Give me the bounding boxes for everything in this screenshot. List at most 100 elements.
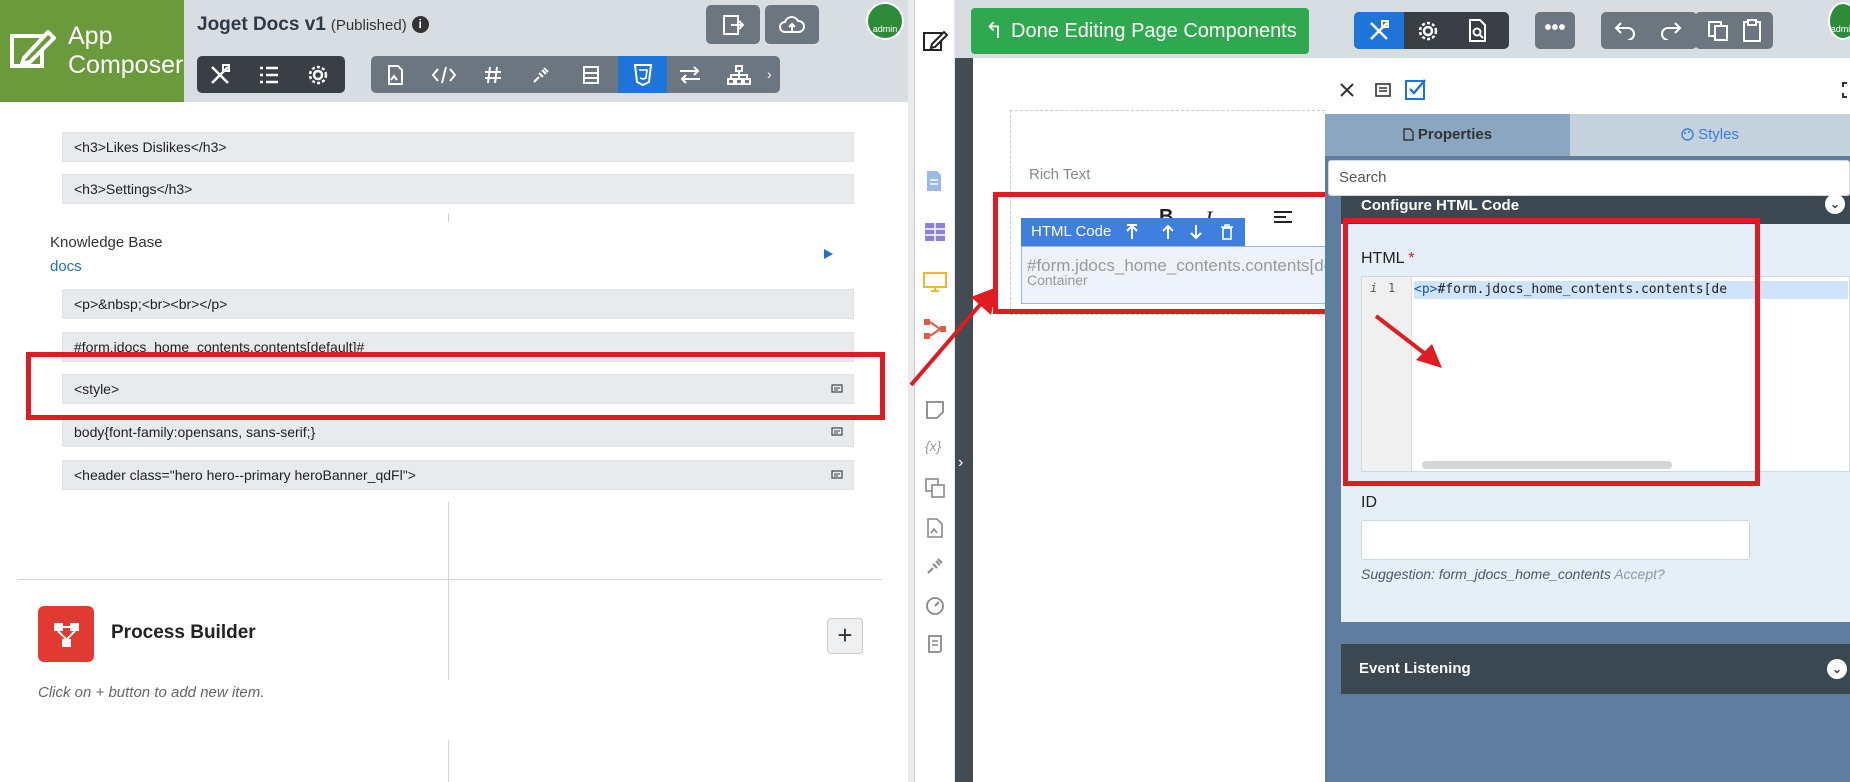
datalist-icon[interactable]	[924, 222, 946, 242]
play-icon[interactable]	[822, 248, 834, 260]
hashtag-icon[interactable]	[483, 65, 503, 85]
edit-icon[interactable]	[922, 28, 948, 54]
id-input[interactable]	[1361, 520, 1750, 560]
paste-icon[interactable]	[1741, 19, 1763, 43]
list-item-label: body{font-family:opensans, sans-serif;}	[74, 424, 316, 440]
note-icon[interactable]	[925, 400, 945, 420]
table-icon[interactable]	[582, 65, 600, 85]
redo-icon[interactable]	[1659, 20, 1683, 40]
divider	[448, 502, 449, 680]
undo-redo-group	[1601, 12, 1697, 49]
suggestion-text: Suggestion: form_jdocs_home_contents	[1361, 566, 1611, 582]
done-editing-button[interactable]: ↰ Done Editing Page Components	[971, 8, 1309, 54]
event-listening-section-header[interactable]: Event Listening ⌄	[1341, 644, 1850, 694]
builder-toolbar-group	[197, 56, 345, 93]
list-icon[interactable]	[258, 64, 280, 86]
variable-icon[interactable]: {x}	[925, 438, 941, 454]
builder-mode-group	[1354, 12, 1509, 49]
copy-icon[interactable]	[1707, 20, 1729, 42]
accept-link[interactable]: Accept?	[1614, 566, 1665, 582]
knowledge-base-link[interactable]: docs	[50, 258, 82, 275]
tab-properties-label: Properties	[1417, 126, 1493, 143]
window-icon[interactable]	[1375, 82, 1391, 98]
brand-title-line2: Composer	[68, 51, 184, 79]
chevron-right-icon[interactable]: ›	[767, 66, 772, 82]
properties-panel-header	[1325, 68, 1850, 114]
sitemap-icon[interactable]	[727, 65, 751, 85]
export-icon	[722, 14, 744, 36]
list-item[interactable]: <h3>Likes Dislikes</h3>	[62, 132, 854, 162]
add-process-button[interactable]: +	[827, 618, 863, 654]
page-icon[interactable]	[925, 170, 943, 192]
info-icon[interactable]: i	[411, 16, 429, 33]
pane-splitter[interactable]	[908, 0, 915, 782]
plugin-icon[interactable]	[925, 556, 945, 576]
page-builder-pane: ↰ Done Editing Page Components ••• admin…	[915, 0, 1850, 782]
comment-icon[interactable]	[831, 427, 843, 437]
user-avatar[interactable]: admin	[866, 2, 904, 40]
sidebar-collapse-strip[interactable]: ›	[955, 58, 973, 782]
brand-title: App Composer	[68, 22, 183, 80]
exchange-icon[interactable]	[678, 65, 702, 85]
design-tools-icon[interactable]	[209, 64, 231, 86]
process-builder-hint: Click on + button to add new item.	[38, 684, 265, 701]
preview-icon[interactable]	[1467, 19, 1489, 43]
edit-logo-icon	[6, 24, 58, 76]
annotation-arrow	[909, 287, 997, 387]
document-icon	[1403, 128, 1414, 141]
id-field-label: ID	[1361, 494, 1377, 511]
settings-icon[interactable]	[1417, 20, 1439, 42]
dashboard-icon[interactable]	[925, 596, 945, 616]
image-page-icon[interactable]	[385, 65, 405, 85]
app-name: Joget Docs v1	[197, 14, 326, 35]
event-title: Event Listening	[1359, 660, 1471, 677]
divider	[18, 579, 882, 580]
close-icon[interactable]	[1339, 82, 1355, 98]
tab-properties[interactable]: Properties	[1325, 114, 1570, 156]
chevron-right-icon[interactable]: ›	[958, 454, 963, 472]
deploy-cloud-button[interactable]	[765, 5, 819, 44]
undo-arrow-icon: ↰	[985, 18, 1004, 43]
plugin-icon[interactable]	[531, 65, 551, 85]
tab-styles[interactable]: Styles	[1570, 114, 1850, 156]
image-file-icon[interactable]	[926, 518, 944, 538]
highlight-box	[26, 352, 885, 420]
fullscreen-icon[interactable]	[1842, 82, 1850, 98]
settings-icon[interactable]	[307, 64, 329, 86]
knowledge-base-title: Knowledge Base	[50, 234, 163, 251]
list-item-label: <h3>Likes Dislikes</h3>	[74, 139, 227, 155]
code-icon[interactable]	[431, 65, 457, 85]
list-item-label: <h3>Settings</h3>	[74, 181, 193, 197]
panel-tabs: Properties Styles	[1325, 114, 1850, 156]
chevron-down-icon[interactable]: ⌄	[1825, 194, 1845, 214]
tab-styles-label: Styles	[1698, 126, 1739, 143]
undo-icon[interactable]	[1613, 20, 1637, 40]
more-button[interactable]: •••	[1535, 12, 1575, 49]
list-item[interactable]: body{font-family:opensans, sans-serif;}	[62, 417, 854, 447]
search-placeholder: Search	[1339, 169, 1387, 186]
list-item[interactable]: <h3>Settings</h3>	[62, 174, 854, 204]
app-composer-pane: App Composer Joget Docs v1 (Published) i a…	[0, 0, 915, 782]
design-tools-icon	[1368, 20, 1390, 42]
css3-button[interactable]	[618, 56, 667, 93]
app-composer-brand[interactable]: App Composer	[0, 0, 184, 102]
cloud-upload-icon	[779, 15, 805, 35]
design-mode-button[interactable]	[1354, 12, 1404, 49]
list-item[interactable]: <header class="hero hero--primary heroBa…	[62, 460, 854, 490]
properties-search-input[interactable]: Search	[1328, 160, 1850, 196]
scroll-icon[interactable]	[925, 634, 945, 654]
checkbox-icon[interactable]	[1405, 78, 1427, 100]
annotation-arrow	[1374, 314, 1442, 368]
user-avatar[interactable]: admin	[1828, 2, 1850, 40]
list-item-label: <header class="hero hero--primary heroBa…	[74, 467, 416, 483]
app-status: (Published)	[330, 17, 407, 34]
component-sidebar: {x}	[915, 0, 955, 782]
translate-icon[interactable]	[925, 478, 945, 498]
comment-icon[interactable]	[831, 470, 843, 480]
list-item[interactable]: <p>&nbsp;<br><br></p>	[62, 289, 854, 319]
done-editing-label: Done Editing Page Components	[1011, 20, 1297, 42]
chevron-down-icon[interactable]: ⌄	[1827, 659, 1847, 679]
export-button[interactable]	[706, 5, 760, 44]
brand-title-line1: App	[68, 22, 113, 50]
divider	[448, 740, 449, 782]
